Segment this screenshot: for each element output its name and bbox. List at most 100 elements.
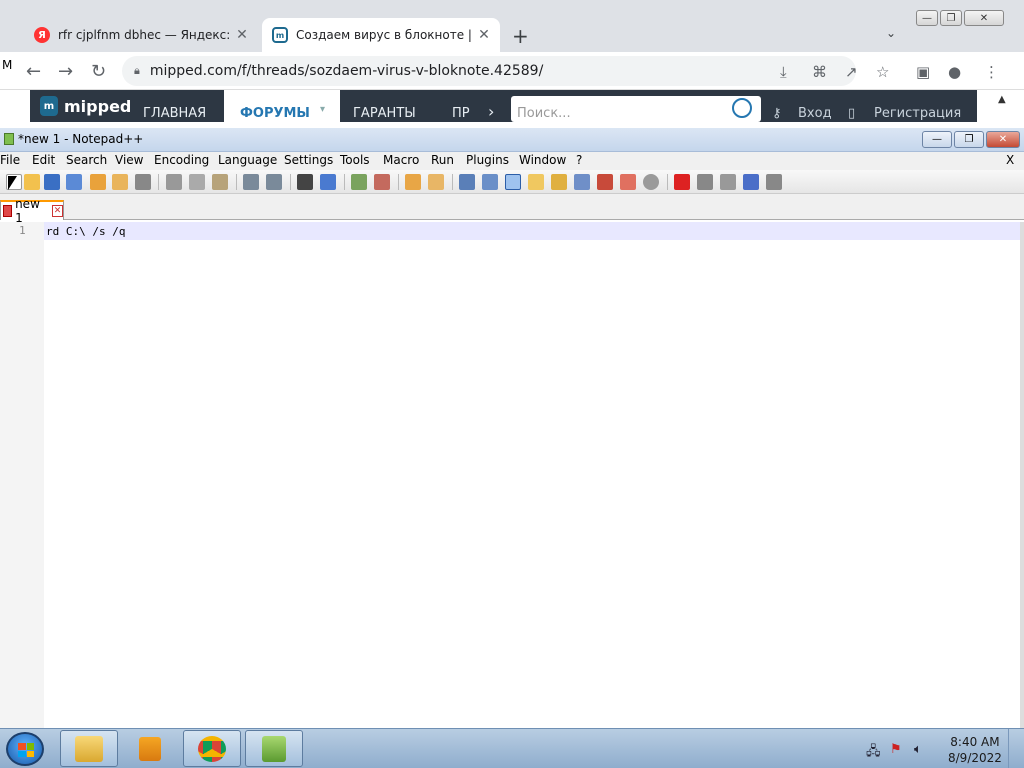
menu-language[interactable]: Language: [218, 153, 277, 167]
menu-macro[interactable]: Macro: [383, 153, 419, 167]
macro-stop-icon[interactable]: [697, 174, 713, 190]
install-icon[interactable]: ⤓: [780, 63, 787, 81]
site-logo[interactable]: m mipped: [40, 96, 131, 116]
nav-forums[interactable]: ФОРУМЫ ▾: [224, 90, 340, 122]
doc-map-icon[interactable]: [528, 174, 544, 190]
maximize-button[interactable]: ❐: [940, 10, 962, 26]
network-icon[interactable]: 🖧︎: [866, 742, 881, 764]
scroll-up-icon[interactable]: ▲: [998, 94, 1006, 105]
search-icon[interactable]: [732, 98, 752, 118]
minimize-button[interactable]: —: [916, 10, 938, 26]
menu-search[interactable]: Search: [66, 153, 107, 167]
open-file-icon[interactable]: [24, 174, 40, 190]
reload-icon[interactable]: ↻: [91, 61, 106, 82]
vertical-scrollbar[interactable]: [1020, 222, 1024, 728]
profile-avatar-icon[interactable]: ●: [948, 63, 961, 81]
sync-horizontal-icon[interactable]: [428, 174, 444, 190]
code-line[interactable]: rd C:\ /s /q: [46, 225, 125, 238]
paste-icon[interactable]: [212, 174, 228, 190]
menu-view[interactable]: View: [115, 153, 143, 167]
macro-save-icon[interactable]: [766, 174, 782, 190]
menu-encoding[interactable]: Encoding: [154, 153, 209, 167]
show-all-chars-icon[interactable]: [482, 174, 498, 190]
new-tab-button[interactable]: +: [512, 24, 529, 48]
close-icon[interactable]: ✕: [474, 27, 494, 43]
close-button[interactable]: ✕: [986, 131, 1020, 148]
print-icon[interactable]: [135, 174, 151, 190]
monitoring-icon[interactable]: [597, 174, 613, 190]
minimize-button[interactable]: —: [922, 131, 952, 148]
start-button[interactable]: [6, 732, 44, 766]
doc-list-icon[interactable]: [620, 174, 636, 190]
menu-kebab-icon[interactable]: ⋮: [984, 63, 999, 81]
back-icon[interactable]: ←: [26, 61, 41, 82]
close-all-icon[interactable]: [112, 174, 128, 190]
search-input[interactable]: Поиск...: [511, 96, 761, 122]
tab-new-1[interactable]: new 1 ✕: [0, 197, 64, 225]
save-all-icon[interactable]: [66, 174, 82, 190]
line-number-gutter: 1: [0, 222, 44, 728]
browser-tab-mipped[interactable]: m Создаем вирус в блокноте | Фо ✕: [262, 18, 500, 52]
close-button[interactable]: ✕: [964, 10, 1004, 26]
menu-edit[interactable]: Edit: [32, 153, 55, 167]
nav-home[interactable]: ГЛАВНАЯ: [143, 106, 206, 121]
close-file-icon[interactable]: [90, 174, 106, 190]
line-number: 1: [19, 224, 26, 237]
browser-tab-yandex[interactable]: Я rfr cjplfnm dbhec — Яндекс: наш ✕: [24, 18, 258, 52]
menu-tools[interactable]: Tools: [340, 153, 370, 167]
doc-switcher-icon[interactable]: [643, 174, 659, 190]
login-link[interactable]: Вход: [798, 106, 832, 121]
close-document-button[interactable]: X: [1006, 153, 1014, 167]
replace-icon[interactable]: [320, 174, 336, 190]
menu-run[interactable]: Run: [431, 153, 454, 167]
show-desktop-button[interactable]: [1008, 729, 1024, 768]
save-icon[interactable]: [44, 174, 60, 190]
menu-window[interactable]: Window: [519, 153, 566, 167]
close-icon[interactable]: ✕: [232, 27, 252, 43]
editor-area[interactable]: 1 rd C:\ /s /q: [0, 222, 1020, 728]
volume-icon[interactable]: 🔈︎: [914, 742, 922, 757]
sync-vertical-icon[interactable]: [405, 174, 421, 190]
translate-icon[interactable]: ⌘: [812, 63, 827, 81]
clock[interactable]: 8:40 AM 8/9/2022: [948, 734, 1002, 766]
close-tab-icon[interactable]: ✕: [52, 205, 63, 217]
taskbar-chrome[interactable]: [183, 730, 241, 767]
menu-file[interactable]: File: [0, 153, 20, 167]
macro-play-icon[interactable]: [720, 174, 736, 190]
side-panel-icon[interactable]: ▣: [916, 63, 930, 81]
menu-settings[interactable]: Settings: [284, 153, 333, 167]
function-list-icon[interactable]: [551, 174, 567, 190]
register-link[interactable]: Регистрация: [874, 106, 961, 121]
taskbar-media-player[interactable]: [121, 730, 179, 767]
menu-plugins[interactable]: Plugins: [466, 153, 509, 167]
lock-icon: 🔒︎: [134, 64, 140, 77]
address-bar[interactable]: 🔒︎ mipped.com/f/threads/sozdaem-virus-v-…: [122, 56, 856, 86]
redo-icon[interactable]: [266, 174, 282, 190]
macro-record-icon[interactable]: [674, 174, 690, 190]
find-icon[interactable]: [297, 174, 313, 190]
action-center-flag-icon[interactable]: ⚑: [890, 742, 902, 757]
undo-icon[interactable]: [243, 174, 259, 190]
nav-guarantors[interactable]: ГАРАНТЫ: [353, 106, 416, 121]
maximize-button[interactable]: ❐: [954, 131, 984, 148]
zoom-in-icon[interactable]: [351, 174, 367, 190]
indent-guide-icon[interactable]: [505, 174, 521, 190]
word-wrap-icon[interactable]: [459, 174, 475, 190]
folder-workspace-icon[interactable]: [574, 174, 590, 190]
menu-help[interactable]: ?: [576, 153, 582, 167]
cut-icon[interactable]: [166, 174, 182, 190]
forward-icon[interactable]: →: [58, 61, 73, 82]
nav-more[interactable]: ПР: [452, 106, 470, 121]
document-tab-bar: new 1 ✕: [0, 194, 1024, 225]
copy-icon[interactable]: [189, 174, 205, 190]
share-icon[interactable]: ↗: [845, 63, 858, 81]
chevron-right-icon[interactable]: ›: [488, 102, 494, 121]
tab-search-chevron-icon[interactable]: ⌄: [886, 26, 896, 40]
notepadpp-window: *new 1 - Notepad++ — ❐ ✕ File Edit Searc…: [0, 128, 1024, 728]
zoom-out-icon[interactable]: [374, 174, 390, 190]
notepadpp-toolbar: [0, 170, 1024, 194]
taskbar-explorer[interactable]: [60, 730, 118, 767]
taskbar-notepadpp[interactable]: [245, 730, 303, 767]
macro-run-multiple-icon[interactable]: [743, 174, 759, 190]
bookmark-star-icon[interactable]: ☆: [876, 63, 889, 81]
